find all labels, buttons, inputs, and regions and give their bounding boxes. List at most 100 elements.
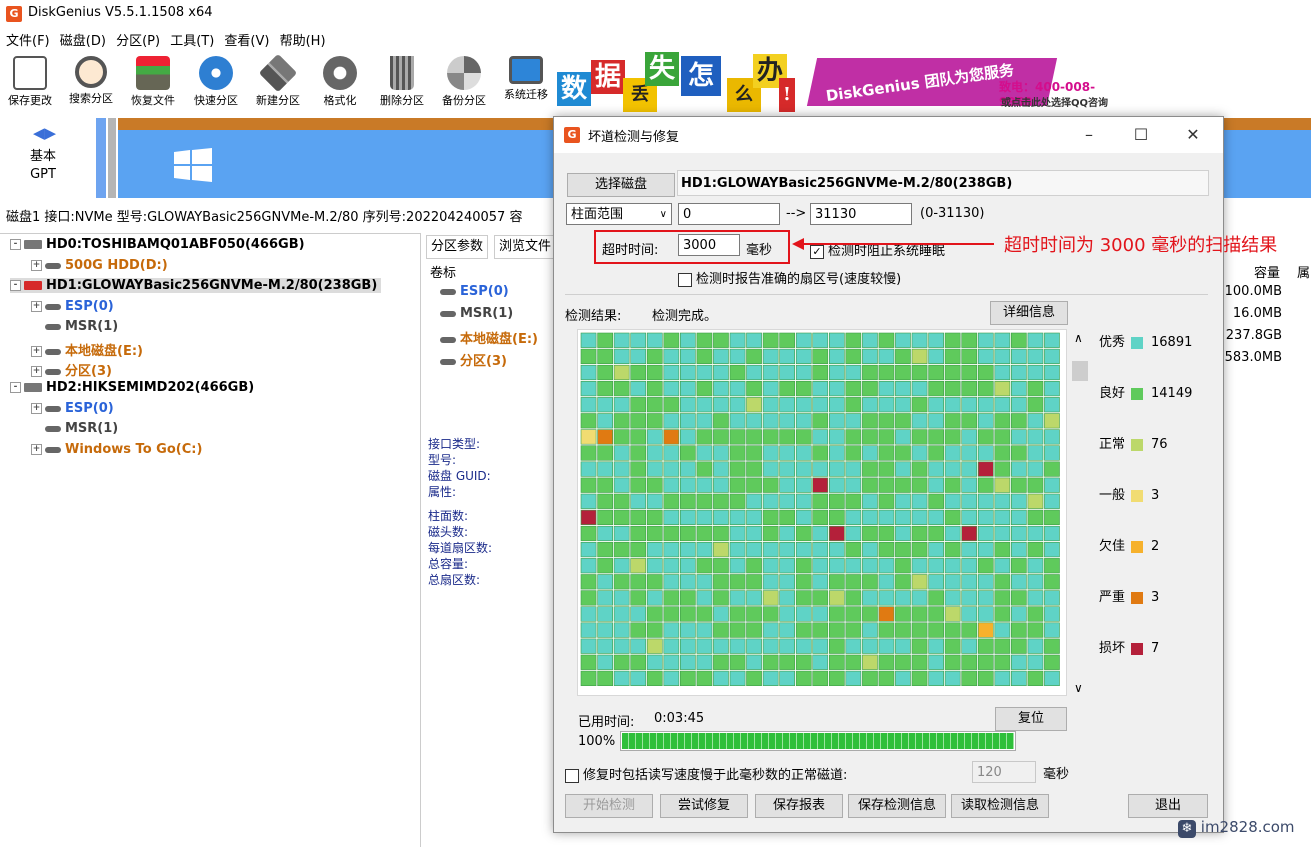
- sector-cell: [729, 590, 746, 606]
- tree-partition[interactable]: + Windows To Go(C:): [31, 442, 202, 457]
- banner-qq-link[interactable]: 或点击此处选择QQ咨询: [1001, 94, 1108, 109]
- partition-row[interactable]: 本地磁盘(E:): [440, 328, 538, 347]
- sector-cell: [961, 590, 978, 606]
- tree-partition[interactable]: +500G HDD(D:): [31, 258, 168, 273]
- new-partition-button[interactable]: 新建分区: [249, 50, 307, 112]
- search-partition-button[interactable]: 搜索分区: [62, 50, 120, 112]
- sector-cell: [1044, 590, 1060, 606]
- menu-help[interactable]: 帮助(H): [280, 28, 326, 51]
- partition-row[interactable]: ESP(0): [440, 284, 509, 299]
- tree-partition[interactable]: + 本地磁盘(E:): [31, 340, 143, 359]
- collapse-icon[interactable]: -: [10, 382, 21, 393]
- repair-ms-input[interactable]: 120: [972, 761, 1036, 783]
- repair-slow-checkbox[interactable]: [565, 768, 579, 783]
- tree-disk-hd2[interactable]: - HD2:HIKSEMIMD202(466GB): [10, 380, 254, 395]
- expand-icon[interactable]: +: [31, 444, 42, 455]
- sector-cell: [812, 542, 829, 558]
- system-migration-button[interactable]: 系统迁移: [497, 50, 555, 112]
- scroll-up-icon[interactable]: ∧: [1074, 331, 1083, 345]
- select-disk-button[interactable]: 选择磁盘: [567, 173, 675, 197]
- sector-cell: [680, 654, 696, 670]
- minimize-button[interactable]: –: [1074, 123, 1104, 147]
- expand-icon[interactable]: +: [31, 346, 42, 357]
- recover-files-button[interactable]: 恢复文件: [124, 50, 182, 112]
- sector-cell: [580, 509, 597, 526]
- sector-cell: [630, 380, 647, 397]
- save-changes-button[interactable]: 保存更改: [1, 50, 59, 112]
- sector-cell: [829, 558, 845, 574]
- exit-button[interactable]: 退出: [1128, 794, 1208, 818]
- menu-disk[interactable]: 磁盘(D): [60, 28, 106, 51]
- service-banner[interactable]: 数 据 丢 失 怎 么 办 ! DiskGenius 团队为您服务 致电：400…: [557, 50, 1123, 112]
- prevent-sleep-checkbox[interactable]: ✓: [810, 244, 824, 259]
- tree-partition[interactable]: + ESP(0): [31, 401, 114, 416]
- sector-cell: [911, 397, 928, 413]
- save-report-button[interactable]: 保存报表: [755, 794, 843, 818]
- disk-nav-arrows[interactable]: ◀▶: [33, 124, 56, 142]
- tab-browse-files[interactable]: 浏览文件: [494, 235, 557, 259]
- sector-cell: [729, 606, 746, 622]
- load-scan-info-button[interactable]: 读取检测信息: [951, 794, 1049, 818]
- expand-icon[interactable]: +: [31, 366, 42, 377]
- sector-cell: [696, 525, 713, 542]
- expand-icon[interactable]: +: [31, 260, 42, 271]
- tree-partition[interactable]: MSR(1): [45, 319, 118, 334]
- collapse-icon[interactable]: -: [10, 239, 21, 250]
- detail-info-button[interactable]: 详细信息: [990, 301, 1068, 325]
- sector-cell: [1044, 574, 1060, 590]
- expand-icon[interactable]: +: [31, 301, 42, 312]
- expand-icon[interactable]: +: [31, 403, 42, 414]
- range-type-select[interactable]: 柱面范围 ∨: [566, 203, 672, 225]
- menu-file[interactable]: 文件(F): [6, 28, 50, 51]
- sector-map-svg: [580, 332, 1060, 687]
- quick-partition-button[interactable]: 快速分区: [187, 50, 245, 112]
- format-button[interactable]: 格式化: [311, 50, 369, 112]
- sector-cell: [597, 348, 614, 365]
- legend-severe: 严重 3: [1099, 590, 1160, 605]
- save-scan-info-button[interactable]: 保存检测信息: [848, 794, 946, 818]
- sector-map-grid[interactable]: [577, 329, 1067, 696]
- sector-cell: [878, 542, 895, 558]
- maximize-button[interactable]: ☐: [1126, 123, 1156, 147]
- sector-cell: [795, 397, 812, 413]
- sector-cell: [944, 622, 961, 638]
- tree-partition[interactable]: + ESP(0): [31, 299, 114, 314]
- tree-partition[interactable]: MSR(1): [45, 421, 118, 436]
- sector-cell: [795, 509, 812, 526]
- partition-esp-segment[interactable]: [96, 118, 106, 198]
- partition-row[interactable]: MSR(1): [440, 306, 513, 321]
- close-button[interactable]: ✕: [1178, 123, 1208, 147]
- scroll-down-icon[interactable]: ∨: [1074, 681, 1083, 695]
- sector-cell: [580, 429, 597, 445]
- partition-msr-segment[interactable]: [108, 118, 116, 198]
- tree-disk-hd1[interactable]: - HD1:GLOWAYBasic256GNVMe-M.2/80(238GB): [10, 278, 382, 293]
- tab-partition-params[interactable]: 分区参数: [426, 235, 489, 259]
- scroll-thumb[interactable]: [1072, 361, 1088, 381]
- report-exact-checkbox[interactable]: [678, 272, 692, 287]
- menu-tools[interactable]: 工具(T): [170, 28, 214, 51]
- sector-cell: [630, 493, 647, 509]
- sector-cell: [961, 461, 978, 477]
- tree-disk-hd0[interactable]: - HD0:TOSHIBAMQ01ABF050(466GB): [10, 237, 305, 252]
- reset-button[interactable]: 复位: [995, 707, 1067, 731]
- delete-partition-button[interactable]: 删除分区: [373, 50, 431, 112]
- collapse-icon[interactable]: -: [10, 280, 21, 291]
- report-exact-option[interactable]: 检测时报告准确的扇区号(速度较慢): [678, 268, 901, 287]
- sector-cell: [977, 670, 994, 687]
- sector-cell: [646, 493, 663, 509]
- sector-cell: [696, 364, 713, 381]
- partition-row[interactable]: 分区(3): [440, 350, 507, 369]
- range-from-input[interactable]: 0: [678, 203, 780, 225]
- menu-view[interactable]: 查看(V): [224, 28, 269, 51]
- repair-slow-option[interactable]: 修复时包括读写速度慢于此毫秒数的正常磁道:: [565, 764, 847, 783]
- grid-scrollbar[interactable]: ∧ ∨: [1070, 329, 1090, 697]
- menu-partition[interactable]: 分区(P): [116, 28, 160, 51]
- sector-cell: [977, 477, 994, 493]
- tree-partition[interactable]: + 分区(3): [31, 360, 112, 379]
- range-to-input[interactable]: 31130: [810, 203, 912, 225]
- sector-cell: [994, 590, 1011, 606]
- try-repair-button[interactable]: 尝试修复: [660, 794, 748, 818]
- start-scan-button[interactable]: 开始检测: [565, 794, 653, 818]
- backup-partition-button[interactable]: 备份分区: [435, 50, 493, 112]
- sector-cell: [895, 574, 911, 590]
